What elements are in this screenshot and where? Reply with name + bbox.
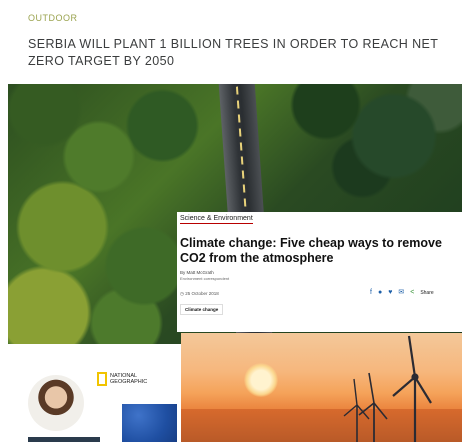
article-date-text: 25 October 2018 — [185, 291, 219, 296]
share-icon[interactable]: < — [410, 289, 414, 297]
email-icon[interactable]: ✉ — [398, 289, 404, 297]
article-title[interactable]: Climate change: Five cheap ways to remov… — [180, 236, 460, 266]
share-row: f ● ♥ ✉ < Share — [370, 289, 434, 297]
article-author-role: Environment correspondent — [180, 276, 230, 281]
natgeo-wordmark: NATIONAL GEOGRAPHIC — [110, 373, 148, 385]
section-tag[interactable]: Science & Environment — [180, 215, 253, 224]
twitter-icon[interactable]: ♥ — [388, 289, 392, 297]
topic-tag[interactable]: Climate change — [180, 304, 224, 315]
natgeo-logo: NATIONAL GEOGRAPHIC — [97, 372, 160, 386]
wind-turbine-sunset-photo — [181, 333, 462, 442]
blue-thumbnail — [122, 404, 177, 442]
article-author: By Matt McGrath — [180, 270, 214, 275]
dark-footer-bar — [28, 437, 100, 442]
article-date: ◷ 25 October 2018 — [180, 291, 219, 296]
wind-turbines — [343, 335, 432, 442]
story-category[interactable]: OUTDOOR — [28, 13, 78, 23]
facebook-icon[interactable]: f — [370, 289, 372, 297]
overlay-article-card: Science & Environment Climate change: Fi… — [177, 212, 462, 332]
story-headline[interactable]: SERBIA WILL PLANT 1 BILLION TREES IN ORD… — [28, 36, 448, 70]
natgeo-frame-icon — [97, 372, 107, 386]
messenger-icon[interactable]: ● — [378, 289, 382, 297]
share-label[interactable]: Share — [420, 289, 433, 297]
author-avatar — [28, 375, 84, 431]
